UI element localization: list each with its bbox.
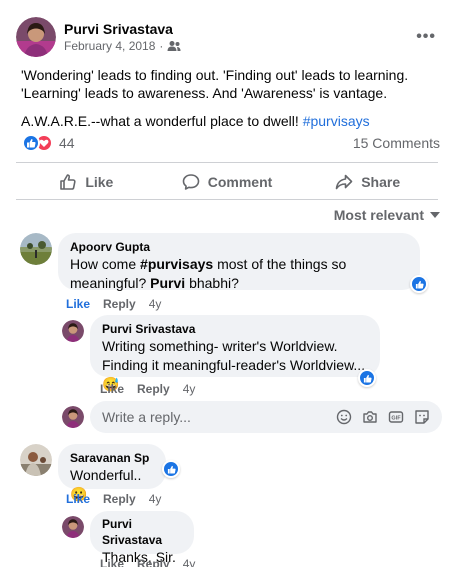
comments-count[interactable]: 15 Comments [353,135,440,151]
reaction-count: 44 [59,135,75,151]
emoji-icon[interactable] [336,409,352,425]
author-avatar[interactable] [16,17,56,57]
reply-timestamp[interactable]: 4y [183,382,196,396]
friends-icon[interactable] [167,40,181,52]
current-user-avatar [62,406,84,428]
thumbs-up-icon [60,174,76,190]
reply-input-icons: GIF [336,409,430,425]
reply-actions: Like Reply 4y [100,557,195,567]
divider [16,199,438,200]
meta-separator: · [159,39,164,53]
reactions-left[interactable]: 44 [22,134,75,152]
comment-reply-link[interactable]: Reply [103,492,136,506]
reply-input[interactable]: Write a reply... GIF [90,401,442,433]
share-button[interactable]: Share [297,165,438,199]
comment-timestamp[interactable]: 4y [149,297,162,311]
like-reaction-icon [22,134,40,152]
comment-like-badge[interactable] [410,275,428,293]
comment-text-part: bhabhi? [185,275,239,291]
sort-label: Most relevant [333,207,424,223]
post-hashtag[interactable]: #purvisays [303,113,370,129]
svg-text:GIF: GIF [391,416,401,422]
commenter-avatar[interactable] [20,444,52,476]
post-closing-text: A.W.A.R.E.--what a wonderful place to dw… [21,113,303,129]
comment-item: Apoorv Gupta How come #purvisays most of… [20,233,428,293]
reply-like-link[interactable]: Like [100,557,124,567]
comment-text-part: How come [70,256,141,272]
gif-icon[interactable]: GIF [388,409,404,425]
reply-composer: Write a reply... GIF [62,401,442,433]
post-paragraph: 'Wondering' leads to finding out. 'Findi… [21,67,409,101]
more-options-icon[interactable]: ••• [416,28,436,46]
comment-like-link[interactable]: Like [66,297,90,311]
comment-actions: Like Reply 4y [66,297,161,311]
post-date[interactable]: February 4, 2018 [64,38,155,54]
reactions-summary: 44 15 Comments [22,134,440,152]
reply-author-name[interactable]: Purvi Srivastava [102,321,368,337]
reply-like-link[interactable]: Like [100,382,124,396]
sticker-icon[interactable] [414,409,430,425]
post-author-name[interactable]: Purvi Srivastava [64,20,181,38]
reply-author-avatar[interactable] [62,320,84,342]
post-closing-line: A.W.A.R.E.--what a wonderful place to dw… [21,112,441,130]
reply-bubble: Purvi Srivastava Writing something- writ… [90,315,380,392]
chevron-down-icon [430,211,440,218]
mention-purvi[interactable]: Purvi [150,275,185,291]
post-header: Purvi Srivastava February 4, 2018 · [16,17,181,57]
commenter-name[interactable]: Apoorv Gupta [70,239,408,255]
comment-hashtag[interactable]: #purvisays [140,256,213,272]
reply-item: Purvi Srivastava Writing something- writ… [62,315,380,392]
share-icon [335,174,353,190]
comment-bubble: Saravanan Sp Wonderful.. 😀 [58,444,180,502]
comment-sort-dropdown[interactable]: Most relevant [334,207,440,223]
post-body: 'Wondering' leads to finding out. 'Findi… [21,66,441,140]
comment-text-part: Wonderful.. [70,467,142,483]
reply-actions: Like Reply 4y [100,382,195,396]
comment-bubble: Apoorv Gupta How come #purvisays most of… [58,233,428,293]
comment-item: Saravanan Sp Wonderful.. 😀 [20,444,180,502]
reply-reply-link[interactable]: Reply [137,557,170,567]
commenter-name[interactable]: Saravanan Sp [70,450,154,466]
reply-like-badge[interactable] [358,369,376,387]
reply-bubble: Purvi Srivastava Thanks, Sir. [90,511,194,565]
reply-text-line1: Writing something- writer's Worldview. [102,338,338,354]
share-label: Share [361,174,401,190]
reply-item: Purvi Srivastava Thanks, Sir. [62,511,194,565]
reply-text-part: Finding it meaningful-reader's Worldview… [102,357,366,373]
reply-placeholder: Write a reply... [102,409,191,425]
commenter-avatar[interactable] [20,233,52,265]
comment-timestamp[interactable]: 4y [149,492,162,506]
divider [16,162,438,163]
comment-actions: Like Reply 4y [66,492,161,506]
comment-like-badge[interactable] [162,460,180,478]
comment-like-link[interactable]: Like [66,492,90,506]
camera-icon[interactable] [362,409,378,425]
comment-text: How come #purvisays most of the things s… [70,255,408,293]
comment-icon [182,174,200,190]
like-button[interactable]: Like [16,165,157,199]
reply-author-avatar[interactable] [62,516,84,538]
comment-button[interactable]: Comment [157,165,298,199]
reply-timestamp[interactable]: 4y [183,557,196,567]
comment-reply-link[interactable]: Reply [103,297,136,311]
post-meta: February 4, 2018 · [64,38,181,54]
comment-label: Comment [207,174,273,190]
post-actions: Like Comment Share [16,165,438,199]
reply-author-name[interactable]: Purvi Srivastava [102,516,182,548]
like-label: Like [85,174,114,190]
reply-reply-link[interactable]: Reply [137,382,170,396]
